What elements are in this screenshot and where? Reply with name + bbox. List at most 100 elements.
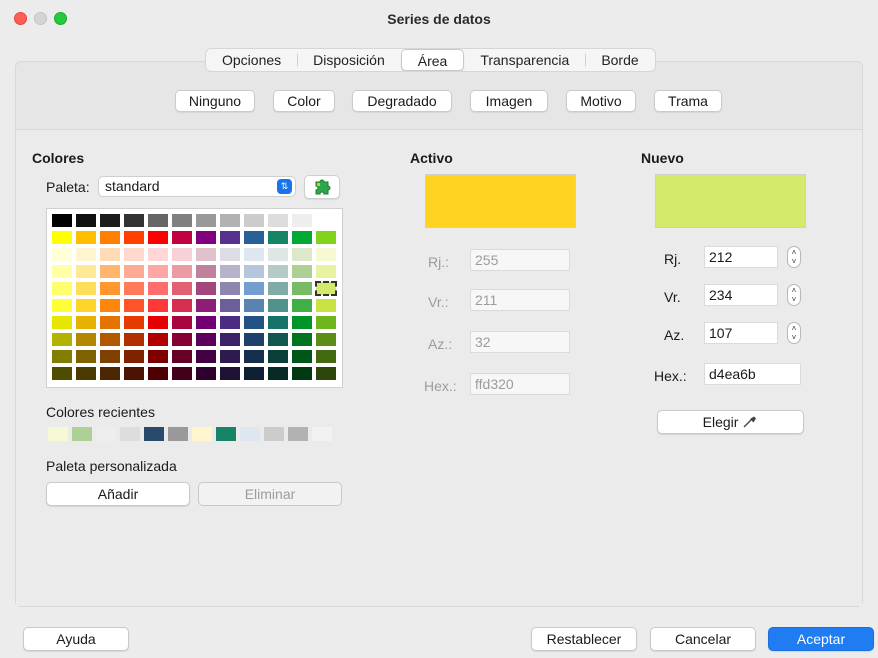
palette-swatch[interactable]: [220, 316, 240, 329]
palette-swatch[interactable]: [220, 231, 240, 244]
palette-swatch[interactable]: [52, 316, 72, 329]
palette-swatch[interactable]: [268, 214, 288, 227]
palette-swatch[interactable]: [52, 248, 72, 261]
new-red-stepper[interactable]: ˄ ˅: [787, 246, 801, 268]
palette-swatch[interactable]: [124, 367, 144, 380]
palette-swatch[interactable]: [148, 214, 168, 227]
palette-swatch[interactable]: [100, 214, 120, 227]
palette-swatch[interactable]: [124, 265, 144, 278]
palette-swatch[interactable]: [268, 265, 288, 278]
help-button[interactable]: Ayuda: [23, 627, 129, 651]
new-red-field[interactable]: 212: [704, 246, 778, 268]
palette-swatch[interactable]: [76, 316, 96, 329]
palette-swatch[interactable]: [244, 214, 264, 227]
recent-color-swatch[interactable]: [48, 427, 68, 441]
palette-swatch[interactable]: [268, 333, 288, 346]
reset-button[interactable]: Restablecer: [531, 627, 637, 651]
new-green-field[interactable]: 234: [704, 284, 778, 306]
cancel-button[interactable]: Cancelar: [650, 627, 756, 651]
recent-color-swatch[interactable]: [216, 427, 236, 441]
pick-color-button[interactable]: Elegir: [657, 410, 804, 434]
fill-hatch-button[interactable]: Trama: [654, 90, 722, 112]
palette-swatch[interactable]: [52, 367, 72, 380]
palette-swatch[interactable]: [52, 333, 72, 346]
palette-swatch[interactable]: [220, 214, 240, 227]
new-green-stepper[interactable]: ˄ ˅: [787, 284, 801, 306]
palette-swatch[interactable]: [52, 231, 72, 244]
palette-swatch[interactable]: [196, 350, 216, 363]
tab-disposicion[interactable]: Disposición: [297, 49, 401, 71]
new-blue-field[interactable]: 107: [704, 322, 778, 344]
palette-swatch[interactable]: [76, 265, 96, 278]
palette-swatch[interactable]: [76, 350, 96, 363]
palette-select[interactable]: standard ⇅: [98, 176, 296, 197]
palette-swatch[interactable]: [196, 265, 216, 278]
new-hex-field[interactable]: d4ea6b: [704, 363, 801, 385]
recent-color-swatch[interactable]: [168, 427, 188, 441]
palette-extension-button[interactable]: [304, 175, 340, 199]
palette-swatch[interactable]: [100, 265, 120, 278]
palette-swatch[interactable]: [220, 350, 240, 363]
palette-swatch[interactable]: [220, 248, 240, 261]
palette-swatch[interactable]: [244, 299, 264, 312]
palette-swatch[interactable]: [316, 350, 336, 363]
palette-swatch[interactable]: [196, 299, 216, 312]
palette-swatch[interactable]: [196, 367, 216, 380]
palette-swatch[interactable]: [292, 367, 312, 380]
palette-swatch[interactable]: [244, 265, 264, 278]
palette-swatch[interactable]: [100, 316, 120, 329]
palette-swatch[interactable]: [316, 214, 336, 227]
recent-color-swatch[interactable]: [72, 427, 92, 441]
remove-button[interactable]: Eliminar: [198, 482, 342, 506]
fill-image-button[interactable]: Imagen: [470, 90, 548, 112]
palette-swatch[interactable]: [292, 265, 312, 278]
palette-swatch[interactable]: [172, 350, 192, 363]
palette-swatch[interactable]: [76, 367, 96, 380]
palette-swatch[interactable]: [268, 231, 288, 244]
palette-swatch[interactable]: [292, 214, 312, 227]
palette-swatch[interactable]: [148, 350, 168, 363]
palette-swatch[interactable]: [124, 299, 144, 312]
palette-swatch[interactable]: [268, 248, 288, 261]
recent-color-swatch[interactable]: [288, 427, 308, 441]
palette-swatch[interactable]: [172, 214, 192, 227]
palette-swatch[interactable]: [316, 248, 336, 261]
palette-swatch[interactable]: [196, 214, 216, 227]
fill-pattern-button[interactable]: Motivo: [566, 90, 636, 112]
palette-swatch[interactable]: [76, 231, 96, 244]
palette-swatch[interactable]: [172, 299, 192, 312]
palette-swatch[interactable]: [292, 282, 312, 295]
palette-swatch[interactable]: [172, 316, 192, 329]
palette-swatch[interactable]: [292, 316, 312, 329]
palette-swatch[interactable]: [124, 333, 144, 346]
recent-color-swatch[interactable]: [264, 427, 284, 441]
palette-swatch[interactable]: [244, 231, 264, 244]
palette-swatch[interactable]: [244, 333, 264, 346]
palette-swatch[interactable]: [148, 299, 168, 312]
palette-swatch[interactable]: [76, 248, 96, 261]
palette-swatch[interactable]: [172, 282, 192, 295]
palette-swatch[interactable]: [148, 248, 168, 261]
palette-swatch[interactable]: [196, 231, 216, 244]
palette-swatch[interactable]: [244, 248, 264, 261]
palette-swatch[interactable]: [268, 350, 288, 363]
palette-swatch[interactable]: [315, 281, 337, 296]
palette-swatch[interactable]: [268, 282, 288, 295]
palette-swatch[interactable]: [244, 350, 264, 363]
palette-swatch[interactable]: [316, 265, 336, 278]
palette-swatch[interactable]: [268, 299, 288, 312]
new-blue-stepper[interactable]: ˄ ˅: [787, 322, 801, 344]
palette-swatch[interactable]: [292, 248, 312, 261]
palette-swatch[interactable]: [220, 299, 240, 312]
tab-opciones[interactable]: Opciones: [206, 49, 297, 71]
recent-color-swatch[interactable]: [192, 427, 212, 441]
palette-swatch[interactable]: [172, 248, 192, 261]
palette-swatch[interactable]: [196, 316, 216, 329]
palette-swatch[interactable]: [76, 282, 96, 295]
palette-swatch[interactable]: [100, 367, 120, 380]
palette-swatch[interactable]: [244, 282, 264, 295]
palette-swatch[interactable]: [220, 333, 240, 346]
palette-swatch[interactable]: [292, 350, 312, 363]
palette-swatch[interactable]: [316, 367, 336, 380]
tab-borde[interactable]: Borde: [585, 49, 654, 71]
